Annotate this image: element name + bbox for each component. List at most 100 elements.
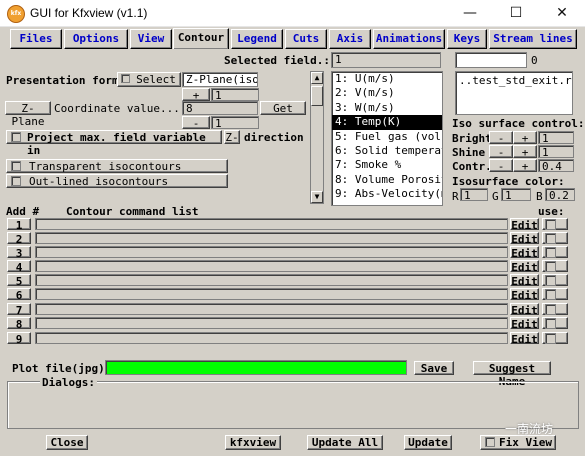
coordinate-minus-button[interactable]: - <box>182 116 210 130</box>
z-plane-button[interactable]: Z-Plane <box>5 101 51 128</box>
tab-stream-lines[interactable]: Stream lines <box>489 29 577 49</box>
command-field[interactable] <box>35 288 508 300</box>
add-row-button[interactable]: 8 <box>7 317 31 331</box>
field-list-item-selected[interactable]: 4: Temp(K) <box>332 115 442 130</box>
use-toggle[interactable] <box>542 317 568 329</box>
kfxview-button[interactable]: kfxview <box>225 435 281 450</box>
use-toggle[interactable] <box>542 288 568 300</box>
suggest-name-button[interactable]: Suggest Name <box>473 361 551 388</box>
update-button[interactable]: Update <box>404 435 452 450</box>
close-icon[interactable]: ✕ <box>539 0 585 26</box>
right-blank-field[interactable] <box>455 52 527 68</box>
project-axis-button[interactable]: Z- <box>224 130 240 144</box>
use-toggle[interactable] <box>542 332 568 344</box>
use-checkbox[interactable] <box>545 333 556 344</box>
use-checkbox[interactable] <box>545 219 556 230</box>
color-g-value[interactable]: 1 <box>501 188 531 201</box>
use-checkbox[interactable] <box>545 289 556 300</box>
tab-view[interactable]: View <box>130 29 172 49</box>
tab-contour[interactable]: Contour <box>173 28 229 49</box>
minimize-icon[interactable]: — <box>447 0 493 26</box>
use-toggle[interactable] <box>542 260 568 272</box>
add-row-button[interactable]: 5 <box>7 274 31 288</box>
command-field[interactable] <box>35 274 508 286</box>
scroll-up-icon[interactable]: ▲ <box>311 72 323 84</box>
use-checkbox[interactable] <box>545 275 556 286</box>
use-toggle[interactable] <box>542 274 568 286</box>
use-checkbox[interactable] <box>545 318 556 329</box>
edit-button[interactable]: Edit <box>510 218 539 232</box>
outlined-isocontours-toggle[interactable]: Out-lined isocontours <box>6 174 228 188</box>
edit-button[interactable]: Edit <box>510 303 539 317</box>
transparent-checkbox[interactable] <box>11 161 21 171</box>
field-list-item[interactable]: 9: Abs-Velocity(m/ <box>332 187 442 201</box>
use-toggle[interactable] <box>542 218 568 230</box>
tab-axis[interactable]: Axis <box>329 29 371 49</box>
select-button[interactable]: Select <box>117 72 181 87</box>
field-list-item[interactable]: 5: Fuel gas (vol % <box>332 130 442 144</box>
field-list-item[interactable]: 1: U(m/s) <box>332 72 442 86</box>
scroll-down-icon[interactable]: ▼ <box>311 191 323 203</box>
color-b-value[interactable]: 0.2 <box>545 188 575 201</box>
close-button[interactable]: Close <box>46 435 88 450</box>
tab-animations[interactable]: Animations <box>373 29 445 49</box>
update-all-button[interactable]: Update All <box>307 435 383 450</box>
tab-keys[interactable]: Keys <box>447 29 487 49</box>
edit-button[interactable]: Edit <box>510 288 539 302</box>
use-checkbox[interactable] <box>545 261 556 272</box>
bright-minus-button[interactable]: - <box>489 131 513 145</box>
use-checkbox[interactable] <box>545 304 556 315</box>
use-toggle[interactable] <box>542 246 568 258</box>
project-checkbox[interactable] <box>11 132 21 142</box>
tab-legend[interactable]: Legend <box>231 29 283 49</box>
contrast-plus-button[interactable]: + <box>513 159 537 173</box>
get-button[interactable]: Get <box>260 101 306 115</box>
shine-minus-button[interactable]: - <box>489 145 513 159</box>
project-max-field-toggle[interactable]: Project max. field variable in <box>6 130 222 157</box>
add-row-button[interactable]: 2 <box>7 232 31 246</box>
add-row-button[interactable]: 4 <box>7 260 31 274</box>
command-field[interactable] <box>35 317 508 329</box>
coordinate-value-field[interactable]: 8 <box>182 101 258 115</box>
use-toggle[interactable] <box>542 232 568 244</box>
scroll-thumb[interactable] <box>311 86 323 106</box>
outlined-checkbox[interactable] <box>11 176 21 186</box>
field-list-item[interactable]: 6: Solid temperatu <box>332 144 442 158</box>
command-field[interactable] <box>35 332 508 344</box>
transparent-isocontours-toggle[interactable]: Transparent isocontours <box>6 159 228 173</box>
use-checkbox[interactable] <box>545 233 556 244</box>
add-row-button[interactable]: 6 <box>7 288 31 302</box>
edit-button[interactable]: Edit <box>510 246 539 260</box>
field-list-item[interactable]: 8: Volume Porosity <box>332 173 442 187</box>
use-checkbox[interactable] <box>545 247 556 258</box>
presentation-plus-button[interactable]: + <box>182 88 210 102</box>
edit-button[interactable]: Edit <box>510 317 539 331</box>
command-field[interactable] <box>35 246 508 258</box>
tab-cuts[interactable]: Cuts <box>285 29 327 49</box>
field-list-scrollbar[interactable]: ▲ ▼ <box>310 71 324 204</box>
color-r-value[interactable]: 1 <box>460 188 488 201</box>
maximize-icon[interactable]: ☐ <box>493 0 539 26</box>
command-field[interactable] <box>35 218 508 230</box>
field-list[interactable]: 1: U(m/s) 2: V(m/s) 3: W(m/s) 4: Temp(K)… <box>331 71 443 206</box>
edit-button[interactable]: Edit <box>510 232 539 246</box>
add-row-button[interactable]: 1 <box>7 218 31 232</box>
add-row-button[interactable]: 9 <box>7 332 31 346</box>
edit-button[interactable]: Edit <box>510 332 539 346</box>
use-toggle[interactable] <box>542 303 568 315</box>
field-list-item[interactable]: 7: Smoke % <box>332 158 442 172</box>
command-field[interactable] <box>35 303 508 315</box>
edit-button[interactable]: Edit <box>510 274 539 288</box>
shine-plus-button[interactable]: + <box>513 145 537 159</box>
save-button[interactable]: Save <box>414 361 454 375</box>
presentation-value[interactable]: Z-Plane(iso) <box>182 72 258 87</box>
add-row-button[interactable]: 3 <box>7 246 31 260</box>
tab-options[interactable]: Options <box>64 29 128 49</box>
field-list-item[interactable]: 3: W(m/s) <box>332 101 442 115</box>
field-list-item[interactable]: 2: V(m/s) <box>332 86 442 100</box>
tab-files[interactable]: Files <box>10 29 62 49</box>
command-field[interactable] <box>35 260 508 272</box>
add-row-button[interactable]: 7 <box>7 303 31 317</box>
plot-file-field[interactable] <box>105 360 407 375</box>
contrast-minus-button[interactable]: - <box>489 159 513 173</box>
